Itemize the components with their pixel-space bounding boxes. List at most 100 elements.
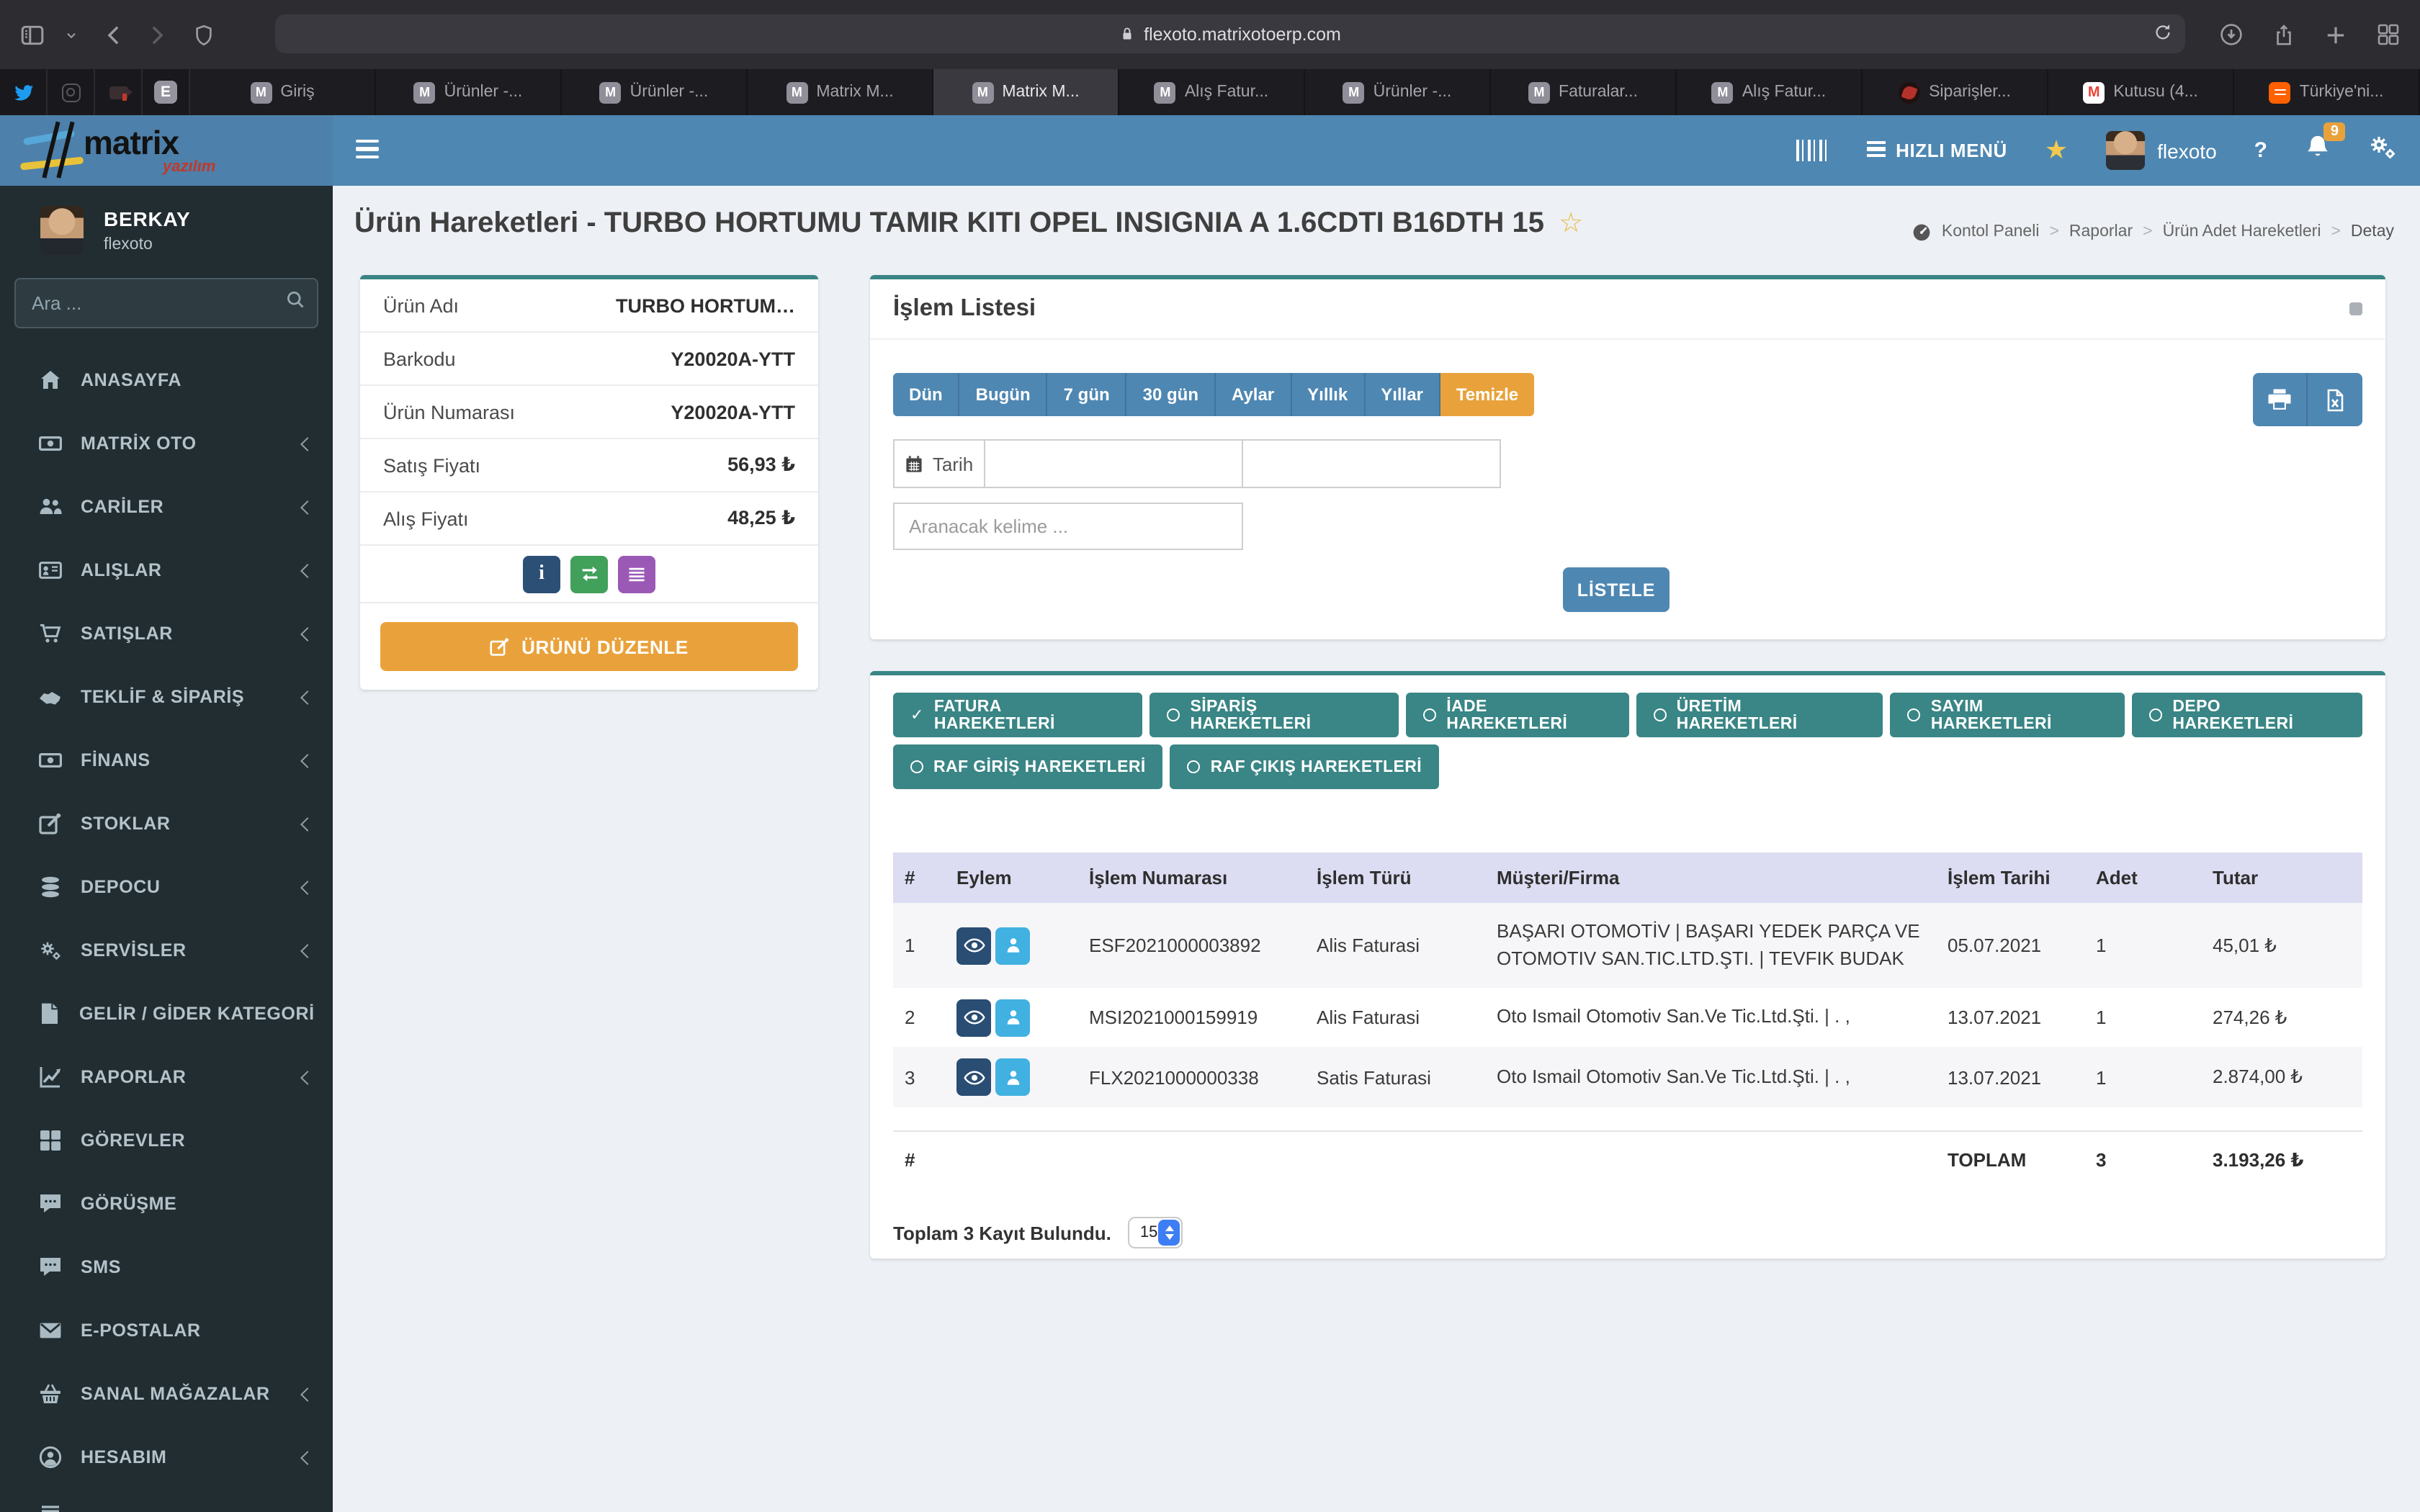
filter-dun[interactable]: Dün xyxy=(893,373,960,416)
filter-bugun[interactable]: Bugün xyxy=(959,373,1048,416)
browser-tab[interactable]: M Matrix M... xyxy=(748,69,933,115)
keyword-input[interactable] xyxy=(893,503,1243,550)
sidebar-item-epostalar[interactable]: E-POSTALAR xyxy=(0,1299,333,1362)
settings-button[interactable] xyxy=(2368,132,2397,168)
menu-toggle-button[interactable] xyxy=(356,140,379,163)
sidebar-item-matrix-oto[interactable]: MATRİX OTO xyxy=(0,412,333,475)
info-button[interactable]: i xyxy=(523,555,560,593)
filter-30gun[interactable]: 30 gün xyxy=(1126,373,1216,416)
sidebar-item-sms[interactable]: SMS xyxy=(0,1236,333,1299)
sidebar-item-finans[interactable]: FİNANS xyxy=(0,729,333,792)
sidebar-item-gorevler[interactable]: GÖREVLER xyxy=(0,1109,333,1172)
browser-tab[interactable]: M Alış Fatur... xyxy=(1677,69,1863,115)
filter-raf-giris-hareketleri[interactable]: RAF GİRİŞ HAREKETLERİ xyxy=(893,744,1163,789)
barcode-icon[interactable] xyxy=(1796,140,1830,161)
sidebar-search[interactable] xyxy=(14,278,318,328)
edit-product-button[interactable]: ÜRÜNÜ DÜZENLE xyxy=(380,622,798,671)
pinned-tab-twitter[interactable] xyxy=(0,69,48,115)
notification-badge: 9 xyxy=(2323,122,2345,141)
list-button-listele[interactable]: LİSTELE xyxy=(1563,567,1670,612)
pinned-tab-camera[interactable] xyxy=(95,69,143,115)
filter-7gun[interactable]: 7 gün xyxy=(1047,373,1127,416)
filter-depo-hareketleri[interactable]: DEPO HAREKETLERİ xyxy=(2132,693,2362,737)
pinned-tab-e[interactable]: E xyxy=(143,69,190,115)
view-button[interactable] xyxy=(956,927,991,964)
browser-tab[interactable]: M Kutusu (4... xyxy=(2048,69,2234,115)
breadcrumb-link[interactable]: Raporlar xyxy=(2069,223,2133,240)
browser-tab-active[interactable]: M Matrix M... xyxy=(933,69,1119,115)
new-tab-button[interactable] xyxy=(2325,24,2347,45)
filter-yillar[interactable]: Yıllar xyxy=(1365,373,1440,416)
browser-tab[interactable]: M Alış Fatur... xyxy=(1119,69,1305,115)
back-button[interactable] xyxy=(104,24,125,45)
chevron-down-icon[interactable] xyxy=(65,28,78,41)
brand-logo[interactable]: matrix yazılım xyxy=(0,115,333,186)
customer-button[interactable] xyxy=(995,999,1030,1036)
sidebar-item-partial[interactable] xyxy=(0,1489,333,1512)
favorites-star-icon[interactable]: ★ xyxy=(2045,135,2068,166)
sidebar-item-servisler[interactable]: SERVİSLER xyxy=(0,919,333,982)
sidebar-item-teklif-siparis[interactable]: TEKLİF & SİPARİŞ xyxy=(0,665,333,729)
browser-tab[interactable]: M Ürünler -... xyxy=(376,69,562,115)
chevron-left-icon xyxy=(300,1387,315,1401)
sidebar-item-satislar[interactable]: SATIŞLAR xyxy=(0,602,333,665)
view-button[interactable] xyxy=(956,1058,991,1096)
browser-tab[interactable]: M Ürünler -... xyxy=(562,69,748,115)
browser-tab[interactable]: Siparişler... xyxy=(1863,69,2048,115)
browser-tab[interactable]: Türkiye'ni... xyxy=(2234,69,2420,115)
pinned-tab-instagram[interactable] xyxy=(48,69,95,115)
breadcrumb-link[interactable]: Ürün Adet Hareketleri xyxy=(2163,223,2321,240)
sidebar-item-sanal-magazalar[interactable]: SANAL MAĞAZALAR xyxy=(0,1362,333,1426)
browser-tab[interactable]: M Giriş xyxy=(190,69,376,115)
user-chip[interactable]: flexoto xyxy=(2105,131,2217,170)
filter-yillik[interactable]: Yıllık xyxy=(1291,373,1366,416)
collapse-button[interactable] xyxy=(2349,302,2362,315)
filter-uretim-hareketleri[interactable]: ÜRETİM HAREKETLERİ xyxy=(1636,693,1883,737)
browser-tab[interactable]: M Ürünler -... xyxy=(1305,69,1491,115)
swap-button[interactable] xyxy=(570,555,608,593)
browser-tab[interactable]: M Faturalar... xyxy=(1491,69,1677,115)
sidebar-item-depocu[interactable]: DEPOCU xyxy=(0,855,333,919)
filter-sayim-hareketleri[interactable]: SAYIM HAREKETLERİ xyxy=(1890,693,2125,737)
sidebar-item-anasayfa[interactable]: ANASAYFA xyxy=(0,348,333,412)
breadcrumb-link[interactable]: Kontol Paneli xyxy=(1942,223,2040,240)
sidebar-item-stoklar[interactable]: STOKLAR xyxy=(0,792,333,855)
customer-button[interactable] xyxy=(995,927,1030,964)
sidebar-item-gelir-gider[interactable]: GELİR / GİDER KATEGORİ xyxy=(0,982,333,1045)
filter-iade-hareketleri[interactable]: İADE HAREKETLERİ xyxy=(1406,693,1629,737)
sidebar-item-hesabim[interactable]: HESABIM xyxy=(0,1426,333,1489)
tab-label: Matrix M... xyxy=(816,84,894,101)
filter-fatura-hareketleri[interactable]: ✓ FATURA HAREKETLERİ xyxy=(893,693,1143,737)
sidebar-item-cariler[interactable]: CARİLER xyxy=(0,475,333,539)
favorite-page-star[interactable]: ☆ xyxy=(1559,207,1583,240)
quick-menu-button[interactable]: HIZLI MENÜ xyxy=(1867,140,2007,161)
sidebar-toggle-icon[interactable] xyxy=(20,22,45,47)
sidebar-item-raporlar[interactable]: RAPORLAR xyxy=(0,1045,333,1109)
date-to-input[interactable] xyxy=(1242,439,1501,488)
filter-aylar[interactable]: Aylar xyxy=(1216,373,1292,416)
date-from-input[interactable] xyxy=(984,439,1243,488)
screen: flexoto.matrixotoerp.com E M Giriş M Ürünl… xyxy=(0,0,2420,1512)
forward-button[interactable] xyxy=(145,24,167,45)
tab-overview-button[interactable] xyxy=(2377,23,2400,46)
notifications-button[interactable]: 9 xyxy=(2305,122,2345,167)
downloads-button[interactable] xyxy=(2220,23,2243,46)
sidebar-item-alislar[interactable]: ALIŞLAR xyxy=(0,539,333,602)
address-bar[interactable]: flexoto.matrixotoerp.com xyxy=(275,14,2185,53)
excel-export-button[interactable] xyxy=(2308,373,2362,426)
help-button[interactable]: ? xyxy=(2254,138,2267,163)
view-button[interactable] xyxy=(956,999,991,1036)
search-icon[interactable] xyxy=(285,289,305,317)
sidebar-item-gorusme[interactable]: GÖRÜŞME xyxy=(0,1172,333,1236)
customer-button[interactable] xyxy=(995,1058,1030,1096)
print-button[interactable] xyxy=(2253,373,2308,426)
shield-icon[interactable] xyxy=(193,24,215,45)
share-button[interactable] xyxy=(2273,24,2295,45)
page-size-select[interactable]: 15 xyxy=(1128,1217,1183,1248)
search-input[interactable] xyxy=(32,292,285,314)
filter-raf-cikis-hareketleri[interactable]: RAF ÇIKIŞ HAREKETLERİ xyxy=(1170,744,1440,789)
reload-button[interactable] xyxy=(2154,23,2172,49)
filter-siparis-hareketleri[interactable]: SİPARİŞ HAREKETLERİ xyxy=(1150,693,1399,737)
list-button[interactable] xyxy=(618,555,655,593)
filter-temizle[interactable]: Temizle xyxy=(1440,373,1535,416)
